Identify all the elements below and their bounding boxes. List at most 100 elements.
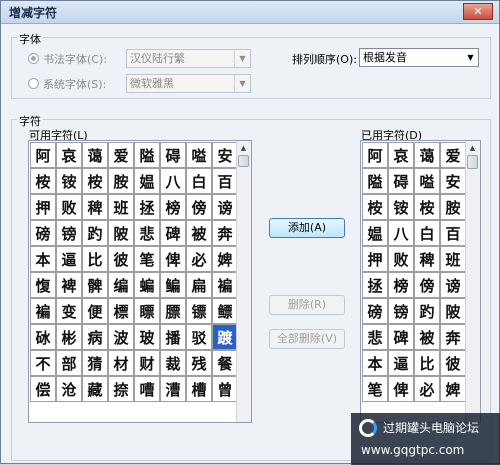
available-char-cell[interactable]: 隘 — [134, 142, 160, 168]
used-char-cell[interactable]: 押 — [362, 246, 388, 272]
available-char-cell[interactable]: 彼 — [108, 246, 134, 272]
available-char-cell[interactable]: 变 — [56, 298, 82, 324]
available-char-cell[interactable]: 必 — [186, 246, 212, 272]
available-char-cell[interactable]: 褊 — [30, 298, 56, 324]
available-char-cell[interactable]: 败 — [56, 194, 82, 220]
available-char-cell[interactable]: 砅 — [30, 324, 56, 350]
available-char-cell[interactable]: 押 — [30, 194, 56, 220]
scroll-up-icon[interactable]: ▲ — [237, 141, 250, 155]
available-char-cell[interactable]: 嘈 — [134, 376, 160, 402]
used-char-cell[interactable]: 班 — [440, 246, 466, 272]
used-char-cell[interactable]: 桉 — [362, 194, 388, 220]
used-char-cell[interactable]: 彼 — [440, 350, 466, 376]
used-char-cell[interactable]: 碍 — [388, 168, 414, 194]
used-char-cell[interactable]: 蔼 — [414, 142, 440, 168]
available-char-cell[interactable]: 玻 — [134, 324, 160, 350]
available-char-cell[interactable]: 裨 — [56, 272, 82, 298]
available-char-cell[interactable]: 槽 — [186, 376, 212, 402]
available-char-cell[interactable]: 扁 — [186, 272, 212, 298]
available-char-cell[interactable]: 媪 — [134, 168, 160, 194]
available-char-cell[interactable]: 蔼 — [82, 142, 108, 168]
available-char-cell[interactable]: 白 — [186, 168, 212, 194]
close-button[interactable]: ✕ — [463, 3, 493, 20]
available-char-cell[interactable]: 便 — [82, 298, 108, 324]
used-char-cell[interactable]: 八 — [388, 220, 414, 246]
available-char-cell[interactable]: 比 — [82, 246, 108, 272]
available-char-cell[interactable]: 桉 — [30, 168, 56, 194]
available-char-cell[interactable]: 铵 — [56, 168, 82, 194]
available-char-cell[interactable]: 笔 — [134, 246, 160, 272]
used-char-cell[interactable]: 镑 — [388, 298, 414, 324]
used-char-cell[interactable]: 安 — [440, 168, 466, 194]
used-char-cell[interactable]: 拯 — [362, 272, 388, 298]
available-char-cell[interactable]: 八 — [160, 168, 186, 194]
available-char-cell[interactable]: 趵 — [82, 220, 108, 246]
used-char-cell[interactable]: 趵 — [414, 298, 440, 324]
used-char-cell[interactable]: 被 — [414, 324, 440, 350]
delete-all-button[interactable]: 全部删除(V) — [269, 329, 345, 349]
available-char-cell[interactable]: 捺 — [108, 376, 134, 402]
used-char-cell[interactable]: 傍 — [414, 272, 440, 298]
available-char-cell[interactable]: 奔 — [212, 220, 238, 246]
used-char-cell[interactable]: 稗 — [414, 246, 440, 272]
available-char-cell[interactable]: 傍 — [186, 194, 212, 220]
available-char-cell[interactable]: 悲 — [134, 220, 160, 246]
used-char-cell[interactable]: 奔 — [440, 324, 466, 350]
calligraphy-font-select[interactable]: 汉仪陆行繁 ▼ — [126, 49, 251, 68]
available-char-cell[interactable]: 偿 — [30, 376, 56, 402]
used-char-cell[interactable]: 俾 — [388, 376, 414, 402]
available-char-cell[interactable]: 裁 — [160, 350, 186, 376]
available-char-cell[interactable]: 膘 — [160, 298, 186, 324]
used-chars-scrollbar[interactable]: ▲ — [465, 141, 480, 422]
available-char-cell[interactable]: 彬 — [56, 324, 82, 350]
used-char-cell[interactable]: 逼 — [388, 350, 414, 376]
available-char-cell[interactable]: 病 — [82, 324, 108, 350]
used-char-cell[interactable]: 磅 — [362, 298, 388, 324]
available-char-cell[interactable]: 阿 — [30, 142, 56, 168]
available-char-cell[interactable]: 俾 — [160, 246, 186, 272]
available-char-cell[interactable]: 漕 — [160, 376, 186, 402]
available-char-cell[interactable]: 嗌 — [186, 142, 212, 168]
used-char-cell[interactable]: 悲 — [362, 324, 388, 350]
available-char-cell[interactable]: 餐 — [212, 350, 238, 376]
available-char-cell[interactable]: 百 — [212, 168, 238, 194]
available-char-cell[interactable]: 藏 — [82, 376, 108, 402]
used-char-cell[interactable]: 谤 — [440, 272, 466, 298]
used-char-cell[interactable]: 婢 — [440, 376, 466, 402]
available-char-cell[interactable]: 鳊 — [160, 272, 186, 298]
system-font-radio[interactable] — [28, 78, 39, 89]
available-char-cell[interactable]: 踱 — [212, 324, 238, 350]
available-char-cell[interactable]: 沧 — [56, 376, 82, 402]
available-char-cell[interactable]: 碍 — [160, 142, 186, 168]
available-char-cell[interactable]: 磅 — [30, 220, 56, 246]
used-char-cell[interactable]: 铵 — [388, 194, 414, 220]
used-char-cell[interactable]: 笔 — [362, 376, 388, 402]
sort-order-select[interactable]: 根据发音 ▼ — [359, 48, 479, 67]
available-chars-scrollbar[interactable]: ▲ — [236, 141, 251, 422]
available-char-cell[interactable]: 镖 — [186, 298, 212, 324]
system-font-select[interactable]: 微软雅黑 ▼ — [126, 74, 251, 93]
calligraphy-font-radio[interactable] — [28, 53, 39, 64]
used-char-cell[interactable]: 阿 — [362, 142, 388, 168]
available-char-cell[interactable]: 鳔 — [212, 298, 238, 324]
available-char-cell[interactable]: 碑 — [160, 220, 186, 246]
delete-button[interactable]: 删除(R) — [269, 295, 345, 315]
available-char-cell[interactable]: 残 — [186, 350, 212, 376]
available-char-cell[interactable]: 陂 — [108, 220, 134, 246]
available-char-cell[interactable]: 财 — [134, 350, 160, 376]
available-char-cell[interactable]: 驳 — [186, 324, 212, 350]
available-char-cell[interactable]: 材 — [108, 350, 134, 376]
available-char-cell[interactable]: 本 — [30, 246, 56, 272]
available-char-cell[interactable]: 编 — [108, 272, 134, 298]
available-char-cell[interactable]: 褊 — [212, 272, 238, 298]
used-char-cell[interactable]: 榜 — [388, 272, 414, 298]
available-char-cell[interactable]: 愎 — [30, 272, 56, 298]
available-char-cell[interactable]: 標 — [108, 298, 134, 324]
used-char-cell[interactable]: 媪 — [362, 220, 388, 246]
add-button[interactable]: 添加(A) — [269, 218, 345, 238]
used-char-cell[interactable]: 桉 — [414, 194, 440, 220]
used-char-cell[interactable]: 必 — [414, 376, 440, 402]
available-chars-grid[interactable]: 阿哀蔼爱隘碍嗌安桉铵桉胺媪八白百押败稗班拯榜傍谤磅镑趵陂悲碑被奔本逼比彼笔俾必婢… — [28, 140, 252, 423]
available-char-cell[interactable]: 胺 — [108, 168, 134, 194]
used-char-cell[interactable]: 哀 — [388, 142, 414, 168]
